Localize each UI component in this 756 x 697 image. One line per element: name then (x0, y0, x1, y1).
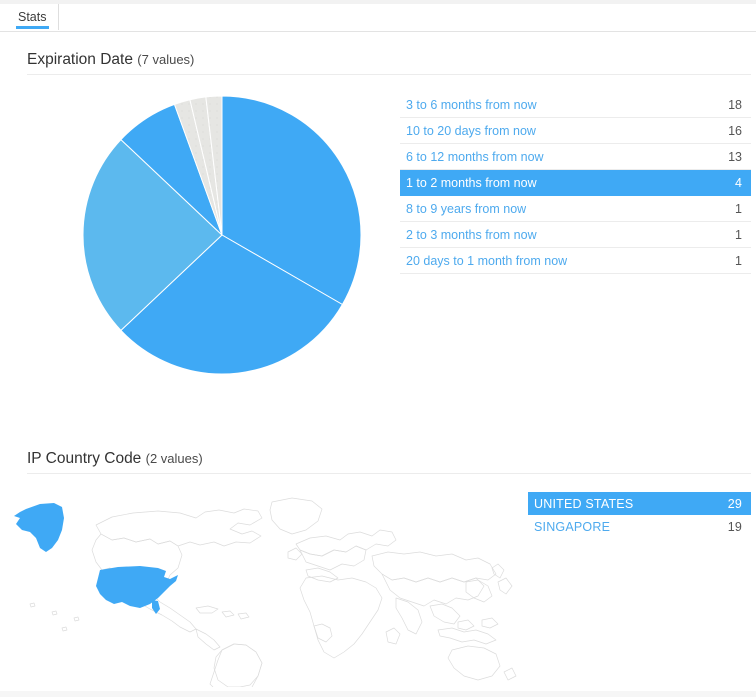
section-title-ip-country-code: IP Country Code (2 values) (27, 450, 203, 468)
section-title-text: Expiration Date (27, 51, 133, 68)
expiration-value-row[interactable]: 3 to 6 months from now 18 (400, 92, 751, 118)
expiration-value-label: 6 to 12 months from now (406, 149, 544, 164)
section-divider-country (27, 473, 751, 474)
ip-country-value-list: UNITED STATES 29 SINGAPORE 19 (528, 492, 751, 538)
expiration-value-row[interactable]: 20 days to 1 month from now 1 (400, 248, 751, 274)
map-country-highlight[interactable] (152, 600, 160, 614)
expiration-value-row[interactable]: 8 to 9 years from now 1 (400, 196, 751, 222)
stats-page: Stats Expiration Date (7 values) 3 to 6 … (0, 0, 756, 697)
country-value-label: UNITED STATES (534, 496, 634, 511)
expiration-pie-chart[interactable] (82, 95, 362, 375)
expiration-value-count: 1 (735, 201, 742, 216)
tab-active-indicator (16, 26, 49, 29)
expiration-value-row[interactable]: 10 to 20 days from now 16 (400, 118, 751, 144)
section-title-expiration-date: Expiration Date (7 values) (27, 51, 194, 69)
section-title-text: IP Country Code (27, 450, 142, 467)
pie-svg (82, 95, 362, 375)
country-value-label: SINGAPORE (534, 519, 611, 534)
tab-stats-label: Stats (18, 10, 47, 24)
expiration-value-count: 1 (735, 227, 742, 242)
pie-slices (82, 95, 362, 375)
expiration-value-count: 13 (728, 149, 742, 164)
window-bottom-strip (0, 691, 756, 697)
expiration-value-label: 10 to 20 days from now (406, 123, 536, 138)
expiration-value-count: 1 (735, 253, 742, 268)
expiration-value-row[interactable]: 6 to 12 months from now 13 (400, 144, 751, 170)
country-value-row[interactable]: UNITED STATES 29 (528, 492, 751, 515)
section-title-count: (7 values) (137, 52, 195, 67)
expiration-value-row[interactable]: 2 to 3 months from now 1 (400, 222, 751, 248)
section-divider-expiration (27, 74, 751, 75)
expiration-value-count: 4 (735, 175, 742, 190)
expiration-value-row[interactable]: 1 to 2 months from now 4 (400, 170, 751, 196)
expiration-value-label: 20 days to 1 month from now (406, 253, 568, 268)
expiration-value-label: 1 to 2 months from now (406, 175, 537, 190)
map-country-highlight[interactable] (96, 566, 178, 608)
expiration-value-label: 2 to 3 months from now (406, 227, 537, 242)
map-country-highlight[interactable] (14, 503, 64, 552)
country-value-row[interactable]: SINGAPORE 19 (528, 515, 751, 538)
section-title-count: (2 values) (145, 451, 203, 466)
country-value-count: 29 (727, 496, 742, 511)
world-map-svg (14, 497, 517, 687)
map-highlighted-countries (14, 503, 178, 614)
tab-bar: Stats (0, 4, 756, 32)
country-value-count: 19 (727, 519, 742, 534)
expiration-value-count: 18 (728, 97, 742, 112)
tab-stats[interactable]: Stats (8, 4, 59, 30)
expiration-value-label: 3 to 6 months from now (406, 97, 537, 112)
expiration-value-count: 16 (728, 123, 742, 138)
expiration-value-list: 3 to 6 months from now 18 10 to 20 days fr… (400, 92, 751, 274)
expiration-value-label: 8 to 9 years from now (406, 201, 527, 216)
ip-country-world-map[interactable] (0, 482, 520, 687)
